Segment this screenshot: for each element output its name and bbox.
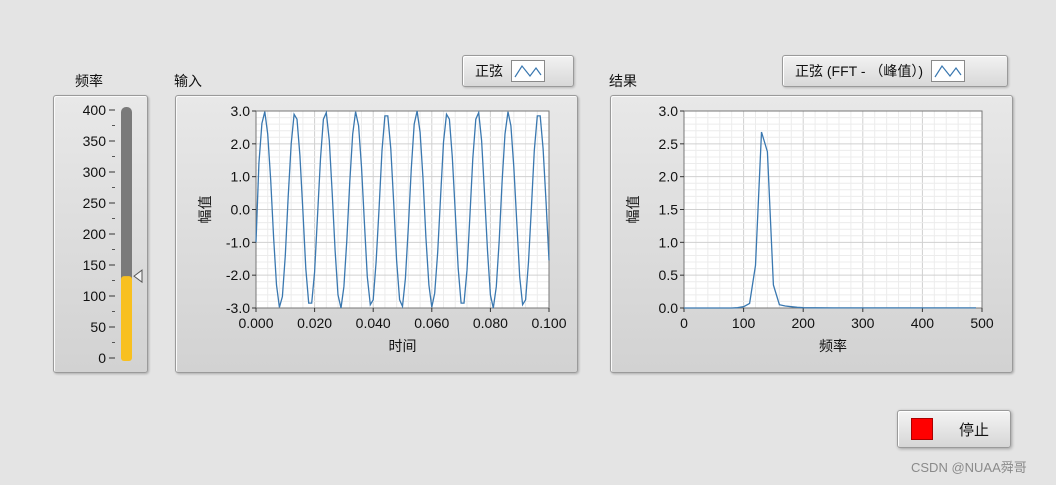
x-tick-label: 0.040 <box>356 315 391 331</box>
frequency-slider-panel: 400 350 300 250 200 150 100 50 0 <box>53 95 148 373</box>
y-tick-label: 1.5 <box>659 202 679 218</box>
x-tick-label: 100 <box>732 315 756 331</box>
slider-tick-label: 200 <box>83 226 107 242</box>
input-label: 输入 <box>174 73 202 89</box>
x-tick-label: 200 <box>792 315 816 331</box>
x-tick-label: 400 <box>911 315 935 331</box>
frequency-label: 频率 <box>75 73 103 89</box>
y-tick-label: -3.0 <box>226 300 250 316</box>
y-axis-label: 幅值 <box>197 196 213 224</box>
y-tick-label: 0.5 <box>659 267 679 283</box>
stop-button-label: 停止 <box>959 421 990 439</box>
input-chart-svg[interactable]: 0.000 0.020 0.040 0.060 0.080 0.100 3.0 2.0 1.0 0… <box>176 96 577 372</box>
x-tick-label: 0.060 <box>414 315 449 331</box>
sine-wave-icon <box>931 60 966 82</box>
y-tick-label: 1.0 <box>231 169 251 185</box>
stop-led-icon <box>911 418 933 440</box>
slider-tick-label: 300 <box>83 164 107 180</box>
y-axis-label: 幅值 <box>625 196 641 224</box>
slider-tick-label: 350 <box>83 133 107 149</box>
y-tick-label: 3.0 <box>231 103 251 119</box>
y-tick-label: -2.0 <box>226 267 250 283</box>
slider-pointer[interactable] <box>133 269 143 284</box>
x-axis-label: 频率 <box>819 338 847 354</box>
y-tick-label: 2.5 <box>659 136 679 152</box>
y-tick-label: 1.0 <box>659 234 679 250</box>
input-plot-legend[interactable]: 正弦 <box>462 55 574 87</box>
y-tick-label: 2.0 <box>231 136 251 152</box>
frequency-slider[interactable]: 400 350 300 250 200 150 100 50 0 <box>54 96 147 372</box>
x-tick-label: 300 <box>851 315 875 331</box>
result-plot-legend[interactable]: 正弦 (FFT - （峰值）) <box>782 55 1008 87</box>
slider-tick-label: 50 <box>90 319 106 335</box>
x-tick-label: 0.000 <box>238 315 273 331</box>
watermark: CSDN @NUAA舜哥 <box>911 460 1027 475</box>
y-tick-label: -1.0 <box>226 234 250 250</box>
stop-button[interactable]: 停止 <box>897 410 1011 448</box>
y-tick-label: 0.0 <box>231 202 251 218</box>
x-tick-label: 0.100 <box>531 315 566 331</box>
x-axis-label: 时间 <box>389 338 417 354</box>
input-waveform-graph: 0.000 0.020 0.040 0.060 0.080 0.100 3.0 2.0 1.0 0… <box>175 95 578 373</box>
fft-chart-svg[interactable]: 0 100 200 300 400 500 3.0 2.5 2.0 1.5 1.0 0.5 0.0 频率 幅… <box>611 96 1012 372</box>
slider-tick-label: 0 <box>98 350 106 366</box>
y-tick-label: 3.0 <box>659 103 679 119</box>
fft-spectrum-graph: 0 100 200 300 400 500 3.0 2.5 2.0 1.5 1.0 0.5 0.0 频率 幅… <box>610 95 1013 373</box>
sine-wave-icon <box>511 60 545 82</box>
slider-fill <box>121 276 132 361</box>
x-tick-label: 0 <box>680 315 688 331</box>
result-legend-label: 正弦 (FFT - （峰值）) <box>795 63 924 79</box>
x-tick-label: 0.020 <box>297 315 332 331</box>
result-label: 结果 <box>609 73 637 89</box>
x-tick-label: 0.080 <box>473 315 508 331</box>
slider-tick-label: 100 <box>83 288 107 304</box>
y-tick-label: 2.0 <box>659 169 679 185</box>
y-tick-label: 0.0 <box>659 300 679 316</box>
input-legend-label: 正弦 <box>475 63 503 79</box>
slider-tick-label: 150 <box>83 257 107 273</box>
x-tick-label: 500 <box>970 315 994 331</box>
slider-tick-label: 400 <box>83 102 107 118</box>
slider-tick-label: 250 <box>83 195 107 211</box>
